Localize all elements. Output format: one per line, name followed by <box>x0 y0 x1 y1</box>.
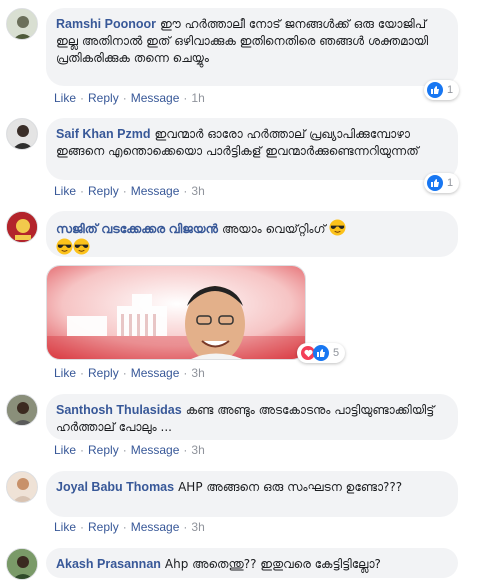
sunglasses-emoji-icon <box>73 238 90 255</box>
sunglasses-emoji-icon <box>329 219 346 236</box>
reply-link[interactable]: Reply <box>88 91 119 105</box>
separator: · <box>183 520 188 534</box>
timestamp[interactable]: 3h <box>191 184 204 198</box>
avatar[interactable] <box>6 118 38 150</box>
avatar[interactable] <box>6 394 38 426</box>
comment-author[interactable]: Saif Khan Pzmd <box>56 127 150 141</box>
comment-text: AHP അങ്ങനെ ഒരു സംഘടന ഉണ്ടോ??? <box>178 480 403 494</box>
separator: · <box>122 443 127 457</box>
like-reaction-icon <box>313 345 329 361</box>
comment-bubble: Joyal Babu Thomas AHP അങ്ങനെ ഒരു സംഘടന ഉണ… <box>46 471 458 517</box>
avatar[interactable] <box>6 548 38 580</box>
separator: · <box>80 91 85 105</box>
like-link[interactable]: Like <box>54 520 76 534</box>
separator: · <box>122 184 127 198</box>
separator: · <box>80 520 85 534</box>
message-link[interactable]: Message <box>131 184 180 198</box>
like-link[interactable]: Like <box>54 366 76 380</box>
separator: · <box>183 91 188 105</box>
politician-photo-image <box>47 266 305 359</box>
comment-bubble: Saif Khan Pzmd ഇവന്മാർ ഓരോ ഹർത്താല് പ്രഖ്… <box>46 118 458 180</box>
like-link[interactable]: Like <box>54 91 76 105</box>
comment-author[interactable]: Santhosh Thulasidas <box>56 403 182 417</box>
comment-actions: Like · Reply · Message · 3h <box>54 443 209 457</box>
timestamp[interactable]: 3h <box>191 443 204 457</box>
comment-actions: Like · Reply · Message · 3h <box>54 184 209 198</box>
reaction-count[interactable]: 1 <box>424 173 460 193</box>
comment-author[interactable]: Ramshi Poonoor <box>56 17 156 31</box>
comment-author[interactable]: Akash Prasannan <box>56 557 161 571</box>
separator: · <box>183 184 188 198</box>
message-link[interactable]: Message <box>131 443 180 457</box>
avatar[interactable] <box>6 8 38 40</box>
comment-actions: Like · Reply · Message · 1h <box>54 91 209 105</box>
like-link[interactable]: Like <box>54 443 76 457</box>
comment-actions: Like · Reply · Message · 3h <box>54 366 209 380</box>
reaction-number: 1 <box>447 84 454 96</box>
reply-link[interactable]: Reply <box>88 366 119 380</box>
reaction-count[interactable]: 5 <box>297 343 346 363</box>
comment-bubble: Akash Prasannan Ahp അതെന്തു?? ഇതുവരെ കേട്… <box>46 548 458 578</box>
comment-bubble: സജിത് വടക്കേക്കര വിജയൻ അയാം വെയ്റ്റിംഗ് <box>46 211 458 257</box>
sunglasses-emoji-icon <box>56 238 73 255</box>
comment-image[interactable] <box>46 265 306 360</box>
comment-author[interactable]: സജിത് വടക്കേക്കര വിജയൻ <box>56 222 218 236</box>
comment-bubble: Ramshi Poonoor ഈ ഹർത്താലീ നോട് ജനങ്ങൾക്ക്… <box>46 8 458 86</box>
separator: · <box>183 366 188 380</box>
like-link[interactable]: Like <box>54 184 76 198</box>
comment-bubble: Santhosh Thulasidas കണ്ട അണ്ടും അടകോടനും … <box>46 394 458 440</box>
avatar[interactable] <box>6 211 38 243</box>
reply-link[interactable]: Reply <box>88 443 119 457</box>
timestamp[interactable]: 1h <box>191 91 204 105</box>
reaction-count[interactable]: 1 <box>424 80 460 100</box>
separator: · <box>122 366 127 380</box>
reply-link[interactable]: Reply <box>88 184 119 198</box>
comment-actions: Like · Reply · Message · 3h <box>54 520 209 534</box>
message-link[interactable]: Message <box>131 366 180 380</box>
like-reaction-icon <box>427 175 443 191</box>
reaction-number: 1 <box>447 177 454 189</box>
message-link[interactable]: Message <box>131 520 180 534</box>
timestamp[interactable]: 3h <box>191 366 204 380</box>
comment-text: Ahp അതെന്തു?? ഇതുവരെ കേട്ടിട്ടില്ലോ? <box>164 557 381 571</box>
separator: · <box>183 443 188 457</box>
timestamp[interactable]: 3h <box>191 520 204 534</box>
separator: · <box>122 520 127 534</box>
separator: · <box>80 366 85 380</box>
message-link[interactable]: Message <box>131 91 180 105</box>
comment-author[interactable]: Joyal Babu Thomas <box>56 480 174 494</box>
separator: · <box>80 184 85 198</box>
like-reaction-icon <box>427 82 443 98</box>
comment-text: അയാം വെയ്റ്റിംഗ് <box>221 222 326 236</box>
separator: · <box>80 443 85 457</box>
separator: · <box>122 91 127 105</box>
avatar[interactable] <box>6 471 38 503</box>
reply-link[interactable]: Reply <box>88 520 119 534</box>
reaction-number: 5 <box>333 347 340 359</box>
